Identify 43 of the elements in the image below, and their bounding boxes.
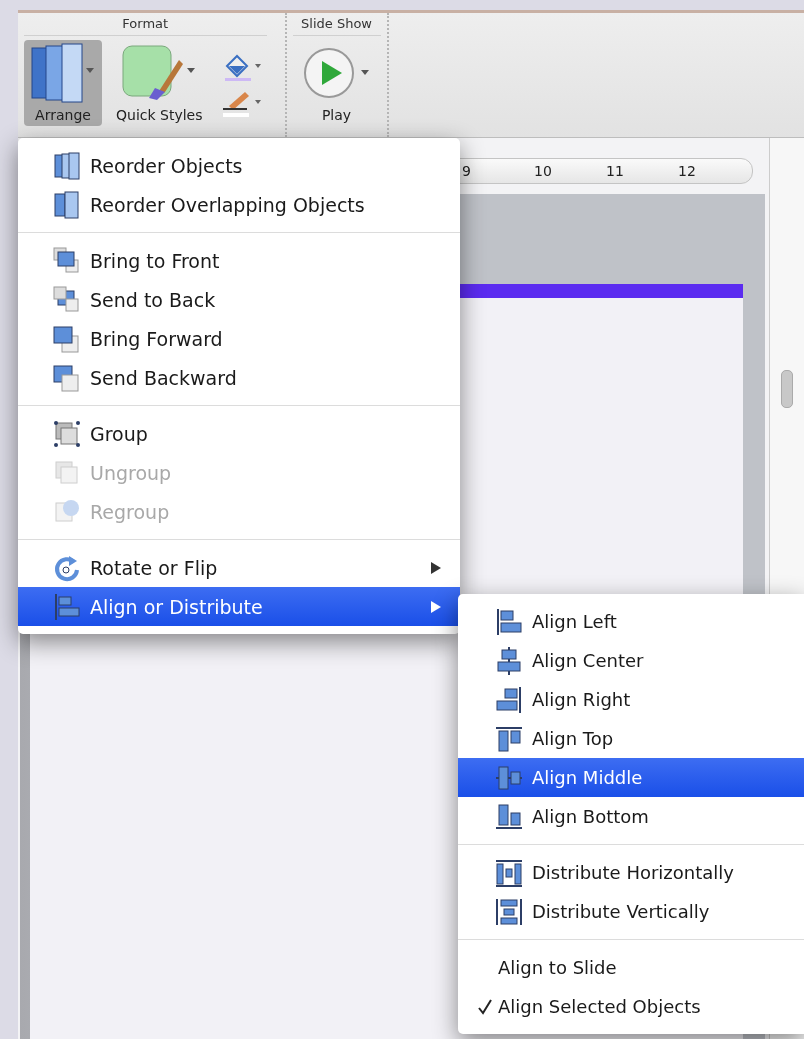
- pages-icon: [52, 150, 82, 181]
- menu-item[interactable]: Distribute Vertically: [458, 892, 804, 931]
- ruler-number: 10: [534, 163, 553, 179]
- menu-item[interactable]: Align or Distribute: [18, 587, 460, 626]
- align-center-icon: [494, 645, 524, 676]
- align-bottom-icon: [494, 801, 524, 832]
- ribbon-button[interactable]: Arrange: [24, 40, 102, 126]
- menu-item[interactable]: Bring Forward: [18, 319, 460, 358]
- scroll-thumb[interactable]: [781, 370, 793, 408]
- group-title: Slide Show: [292, 13, 381, 36]
- menu-item[interactable]: Rotate or Flip: [18, 548, 460, 587]
- menu-item[interactable]: Align to Slide: [458, 948, 804, 987]
- menu-item[interactable]: Align Top: [458, 719, 804, 758]
- ribbon-button[interactable]: Quick Styles: [112, 40, 207, 126]
- distribute-vertical-icon: [494, 896, 524, 927]
- menu-item[interactable]: Align Bottom: [458, 797, 804, 836]
- menu-item[interactable]: Align Center: [458, 641, 804, 680]
- menu-item[interactable]: Reorder Overlapping Objects: [18, 185, 460, 224]
- group-title: Format: [24, 13, 267, 36]
- layers-icon: [52, 323, 82, 354]
- group-icon: [52, 418, 82, 449]
- menu-item[interactable]: Bring to Front: [18, 241, 460, 280]
- menu-item[interactable]: Send to Back: [18, 280, 460, 319]
- menu-item[interactable]: Send Backward: [18, 358, 460, 397]
- menu-item[interactable]: Distribute Horizontally: [458, 853, 804, 892]
- menu-item[interactable]: Align Middle: [458, 758, 804, 797]
- pages-icon: [52, 189, 82, 220]
- layers-icon: [52, 245, 82, 276]
- menu-item[interactable]: Align Right: [458, 680, 804, 719]
- menu-item[interactable]: Align Selected Objects: [458, 987, 804, 1026]
- menu-item[interactable]: Group: [18, 414, 460, 453]
- ruler-number: 11: [606, 163, 625, 179]
- layers-icon: [52, 284, 82, 315]
- ruler-number: 12: [678, 163, 697, 179]
- align-left-icon: [494, 606, 524, 637]
- align-left-icon: [52, 591, 82, 622]
- layers-icon: [52, 362, 82, 393]
- menu-item[interactable]: Align Left: [458, 602, 804, 641]
- ruler-number: 9: [462, 163, 472, 179]
- align-right-icon: [494, 684, 524, 715]
- menu-item[interactable]: Reorder Objects: [18, 146, 460, 185]
- distribute-horizontal-icon: [494, 857, 524, 888]
- play-button[interactable]: Play: [292, 40, 381, 126]
